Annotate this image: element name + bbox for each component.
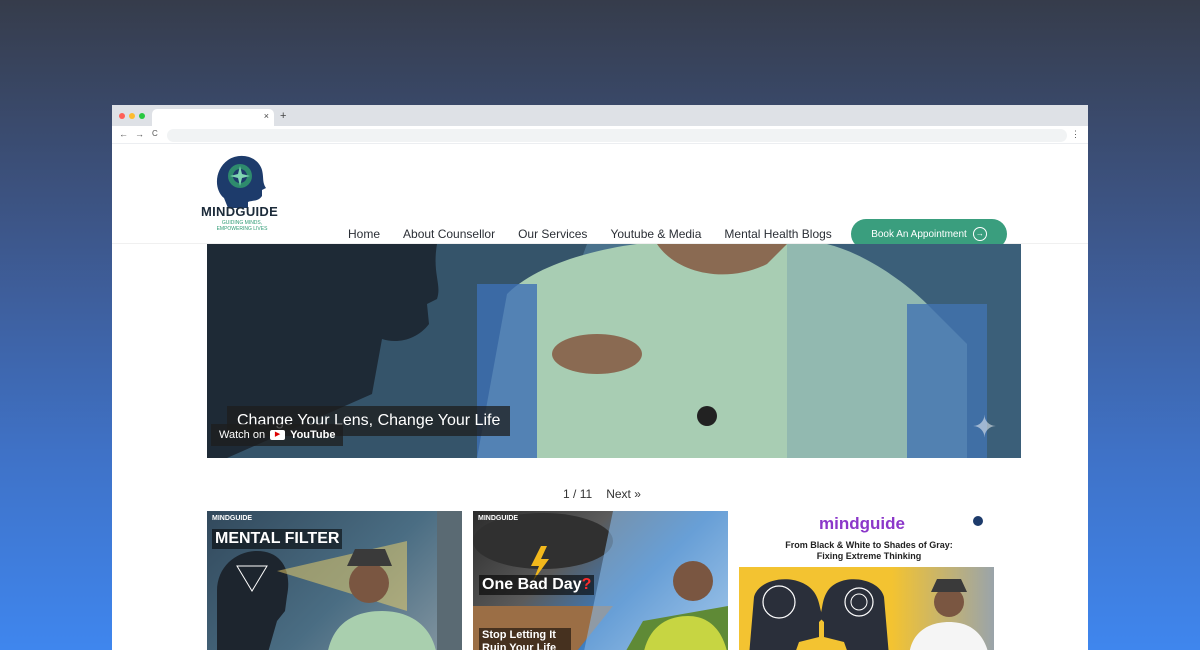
card-brand: MINDGUIDE	[478, 515, 519, 522]
tab-bar: × +	[112, 105, 1088, 126]
youtube-label: YouTube	[290, 429, 336, 441]
card-title-mark: ?	[581, 576, 592, 593]
arrow-circle-icon: →	[972, 227, 987, 241]
youtube-play-icon: ▶	[270, 430, 286, 440]
page-separator: /	[573, 487, 577, 501]
browser-menu-icon[interactable]: ⋮	[1071, 129, 1080, 140]
sparkle-icon: ✦	[971, 411, 997, 444]
pagination: 1 / 11 Next »	[563, 487, 641, 501]
card-brand: MINDGUIDE	[212, 515, 253, 522]
nav-our-services[interactable]: Our Services	[518, 227, 587, 241]
video-card-one-bad-day[interactable]: MINDGUIDE One Bad Day? Stop Letting It R…	[473, 511, 728, 650]
browser-tab[interactable]: ×	[152, 109, 274, 126]
nav-mental-health-blogs[interactable]: Mental Health Blogs	[724, 227, 831, 241]
forward-icon[interactable]: →	[135, 129, 144, 139]
video-card-mental-filter[interactable]: MINDGUIDE MENTAL FILTER	[207, 511, 462, 650]
maximize-window-dot[interactable]	[139, 113, 145, 119]
back-icon[interactable]: ←	[119, 129, 128, 139]
page-current: 1	[563, 487, 570, 501]
nav-home[interactable]: Home	[348, 227, 380, 241]
tab-close-icon[interactable]: ×	[264, 111, 269, 121]
new-tab-icon[interactable]: +	[280, 110, 286, 122]
card-brand: mindguide	[819, 514, 905, 533]
video-grid: MINDGUIDE MENTAL FILTER MINDGUIDE One Ba…	[207, 511, 994, 650]
watch-on-youtube[interactable]: Watch on ▶ YouTube	[211, 424, 344, 446]
heads-illustration	[749, 579, 988, 650]
url-input[interactable]	[167, 129, 1067, 142]
card-title-text: One Bad Day	[482, 576, 582, 593]
site-header: MINDGUIDE GUIDING MINDS, EMPOWERING LIVE…	[112, 144, 1088, 249]
page-total: 11	[579, 487, 593, 501]
card-title: One Bad Day?	[479, 575, 595, 595]
page-indicator: 1 / 11	[563, 487, 592, 501]
watch-on-label: Watch on	[219, 429, 266, 441]
card-subtitle: Stop Letting It Ruin Your Life	[479, 628, 571, 650]
book-appointment-label: Book An Appointment	[871, 228, 967, 240]
logo-tagline: GUIDING MINDS, EMPOWERING LIVES	[216, 220, 268, 232]
video-card-extreme-thinking[interactable]: mindguide From Black & White to Shades o…	[739, 511, 994, 650]
card-title: MENTAL FILTER	[212, 529, 343, 549]
minimize-window-dot[interactable]	[129, 113, 135, 119]
main-nav: Home About Counsellor Our Services Youtu…	[348, 227, 832, 241]
youtube-video-embed[interactable]: Change Your Lens, Change Your Life Watch…	[207, 244, 1021, 458]
next-page-link[interactable]: Next »	[606, 487, 641, 501]
reload-icon[interactable]: C	[152, 129, 158, 138]
logo-text: MINDGUIDE	[201, 204, 279, 219]
card-subtitle: From Black & White to Shades of Gray: Fi…	[785, 540, 953, 561]
browser-window: × + ← → C ⋮ MINDGUIDE GUIDING MINDS, EMP…	[112, 105, 1088, 650]
nav-youtube-media[interactable]: Youtube & Media	[610, 227, 701, 241]
window-controls	[119, 113, 145, 119]
card-thumbnail	[739, 567, 994, 650]
nav-about-counsellor[interactable]: About Counsellor	[403, 227, 495, 241]
close-window-dot[interactable]	[119, 113, 125, 119]
address-bar-row: ← → C ⋮	[112, 126, 1088, 144]
mindguide-mini-logo-icon	[973, 516, 983, 526]
